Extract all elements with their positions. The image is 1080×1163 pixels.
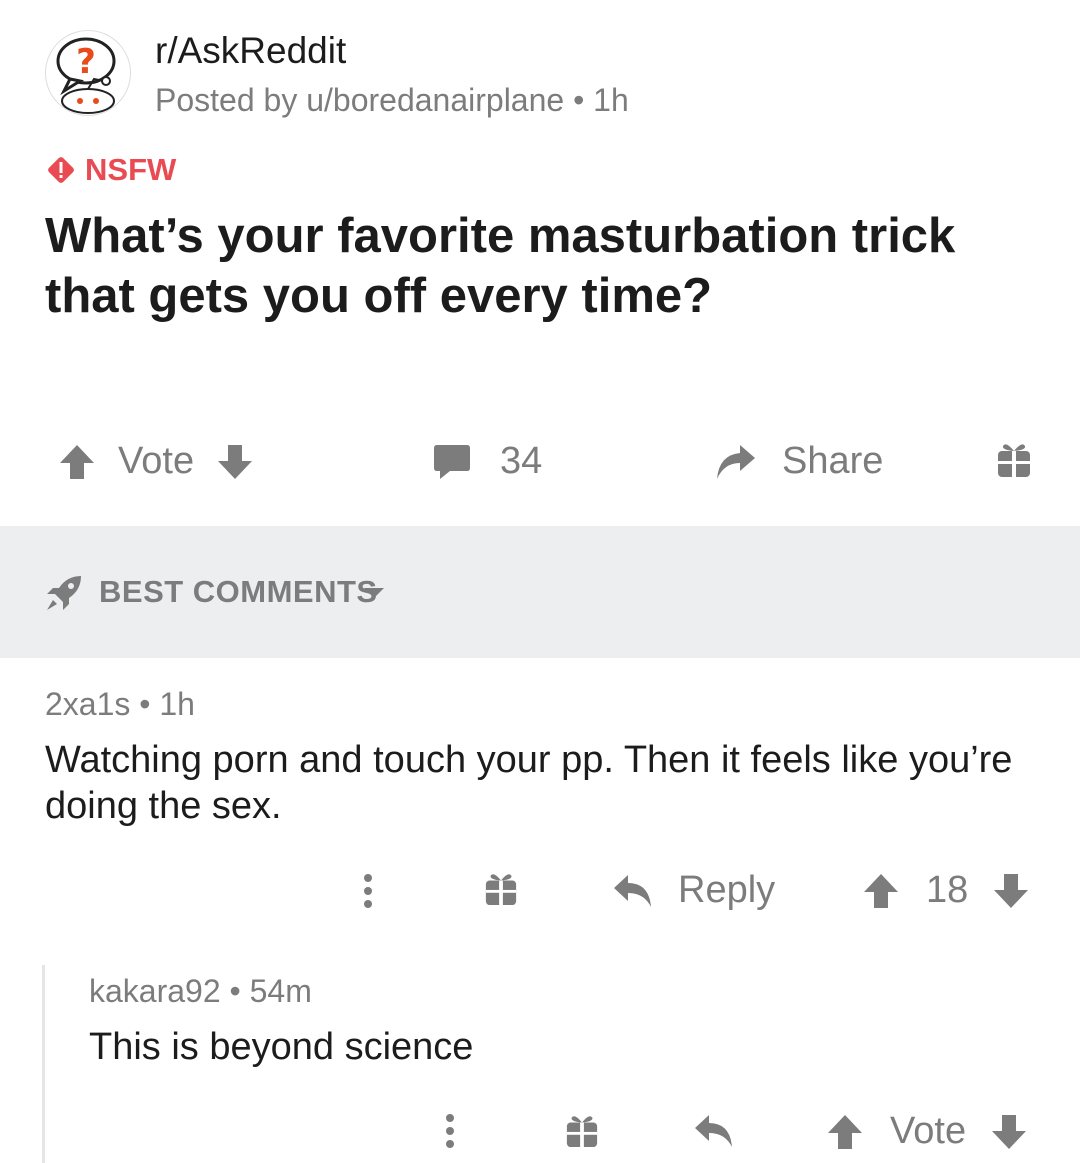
post-vote-label: Vote — [118, 440, 195, 482]
svg-text:?: ? — [76, 42, 96, 82]
gift-icon[interactable] — [484, 871, 518, 907]
post-vote-group: Vote — [58, 440, 254, 483]
reply-icon — [612, 872, 654, 910]
subreddit-name[interactable]: r/AskReddit — [155, 30, 346, 72]
comment-text: This is beyond science — [89, 1026, 474, 1068]
post-share-button[interactable]: Share — [714, 440, 883, 483]
rocket-icon — [45, 574, 83, 612]
comment-meta[interactable]: kakara92 • 54m — [89, 973, 312, 1010]
thread-line[interactable] — [42, 965, 45, 1163]
comment-vote-label: Vote — [890, 1110, 967, 1152]
comment-meta[interactable]: 2xa1s • 1h — [45, 686, 195, 723]
downvote-icon[interactable] — [992, 871, 1030, 911]
more-icon[interactable] — [361, 873, 375, 909]
comment-vote-group: Vote — [826, 1110, 1028, 1153]
post-comments-button[interactable]: 34 — [432, 440, 542, 483]
reply-label: Reply — [678, 869, 776, 911]
downvote-icon[interactable] — [990, 1112, 1028, 1152]
warning-icon — [45, 154, 77, 186]
reply-button[interactable]: Reply — [612, 869, 775, 912]
comment-icon — [432, 443, 472, 481]
comment-score: 18 — [926, 869, 969, 911]
gift-icon[interactable] — [996, 441, 1032, 479]
gift-icon[interactable] — [565, 1113, 599, 1149]
upvote-icon[interactable] — [58, 442, 96, 482]
comment-text: Watching porn and touch your pp. Then it… — [45, 739, 1013, 827]
comment-count: 34 — [500, 440, 543, 482]
share-label: Share — [782, 440, 884, 482]
post-byline[interactable]: Posted by u/boredanairplane • 1h — [155, 82, 629, 119]
upvote-icon[interactable] — [862, 871, 900, 911]
post-title[interactable]: What’s your favorite masturbation trick … — [45, 206, 1045, 326]
comment-sort-label[interactable]: BEST COMMENTS — [99, 574, 378, 610]
nsfw-label: NSFW — [85, 152, 177, 187]
more-icon[interactable] — [443, 1113, 457, 1149]
downvote-icon[interactable] — [216, 442, 254, 482]
caret-down-icon[interactable] — [362, 586, 386, 600]
subreddit-avatar-icon[interactable]: ? — [45, 30, 131, 116]
upvote-icon[interactable] — [826, 1112, 864, 1152]
reply-icon[interactable] — [693, 1112, 735, 1150]
nsfw-tag: NSFW — [45, 152, 176, 188]
comment-vote-group: 18 — [862, 869, 1030, 912]
share-icon — [714, 442, 756, 482]
